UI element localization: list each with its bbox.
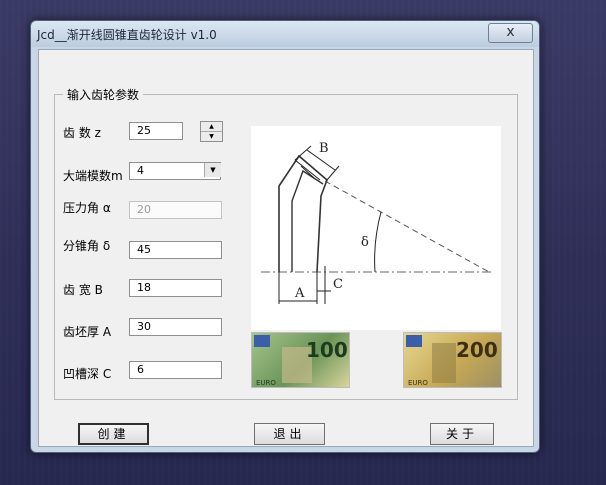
- module-value: 4: [137, 164, 144, 177]
- chevron-down-icon[interactable]: ▼: [204, 163, 221, 177]
- dim-label-delta: δ: [361, 235, 369, 250]
- window-title: Jcd__渐开线圆锥直齿轮设计 v1.0: [37, 28, 217, 42]
- dim-label-c: C: [333, 277, 343, 292]
- create-button[interactable]: 创建: [78, 423, 149, 445]
- pitch-cone-angle-label: 分锥角 δ: [63, 239, 111, 253]
- module-label: 大端模数m: [63, 169, 123, 183]
- bevel-gear-diagram: B δ A C: [251, 126, 501, 330]
- group-legend: 输入齿轮参数: [63, 86, 144, 103]
- groove-depth-label: 凹槽深 C: [63, 367, 112, 381]
- diagram-svg: B δ A C: [261, 141, 491, 304]
- teeth-count-label: 齿 数 z: [63, 126, 101, 140]
- pressure-angle-label: 压力角 α: [63, 201, 111, 215]
- dialog-client-area: 输入齿轮参数 齿 数 z 25 ▲ ▼ 大端模数m 4 ▼ 压力角 α 20 分…: [38, 49, 534, 447]
- pressure-angle-input: 20: [129, 201, 222, 219]
- arrow-down-icon[interactable]: ▼: [201, 132, 222, 141]
- banknote-100-value: 100: [306, 338, 348, 362]
- close-button[interactable]: x: [488, 23, 533, 43]
- title-bar[interactable]: Jcd__渐开线圆锥直齿轮设计 v1.0 x: [31, 21, 539, 47]
- face-width-input[interactable]: 18: [129, 279, 222, 297]
- arrow-up-icon[interactable]: ▲: [201, 122, 222, 132]
- teeth-count-spinner[interactable]: ▲ ▼: [200, 121, 223, 142]
- app-window: Jcd__渐开线圆锥直齿轮设计 v1.0 x 输入齿轮参数 齿 数 z 25 ▲…: [30, 20, 540, 453]
- dim-label-b: B: [319, 141, 329, 156]
- banknote-200: 200 EURO: [403, 332, 502, 388]
- groove-depth-input[interactable]: 6: [129, 361, 222, 379]
- banknote-200-text: EURO: [408, 379, 428, 387]
- module-select[interactable]: 4 ▼: [129, 162, 221, 180]
- parameter-group: 输入齿轮参数 齿 数 z 25 ▲ ▼ 大端模数m 4 ▼ 压力角 α 20 分…: [54, 86, 518, 400]
- teeth-count-input[interactable]: 25: [129, 122, 183, 140]
- exit-button[interactable]: 退出: [254, 423, 325, 445]
- banknote-200-value: 200: [456, 338, 498, 362]
- blank-thickness-input[interactable]: 30: [129, 318, 222, 336]
- banknote-200-art: 200 EURO: [406, 335, 498, 387]
- pitch-cone-angle-input[interactable]: 45: [129, 241, 222, 259]
- face-width-label: 齿 宽 B: [63, 283, 103, 297]
- banknote-100-art: 100 EURO: [254, 335, 348, 387]
- banknote-100-text: EURO: [256, 379, 276, 387]
- blank-thickness-label: 齿坯厚 A: [63, 325, 112, 339]
- dim-label-a: A: [294, 286, 305, 301]
- banknote-100: 100 EURO: [251, 332, 350, 388]
- about-button[interactable]: 关于: [430, 423, 494, 445]
